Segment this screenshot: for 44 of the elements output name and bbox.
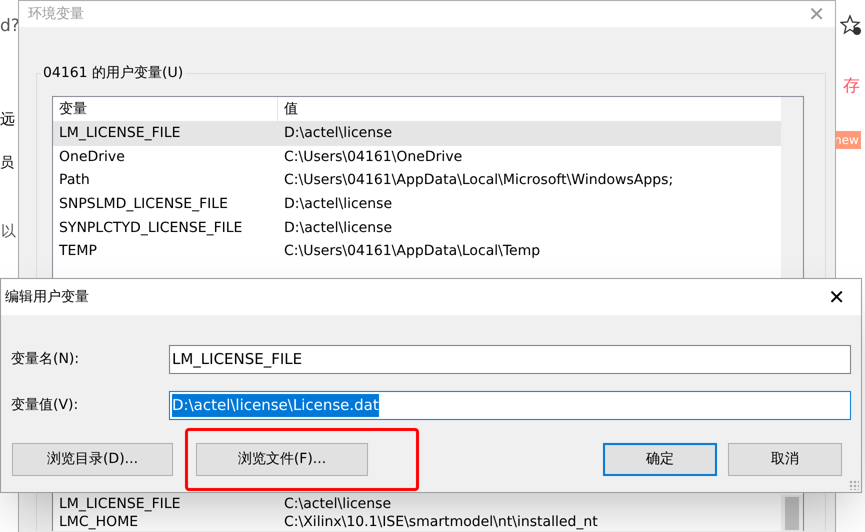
list-row-name: LM_LICENSE_FILE	[58, 494, 182, 514]
page-text: d?	[0, 15, 20, 38]
field-label: 变量值(V):	[11, 396, 80, 415]
list-row-value: C:\Users\04161\AppData\Local\Temp	[283, 242, 542, 262]
dialog-button[interactable]: 浏览目录(D)...	[12, 443, 173, 476]
dialog-button[interactable]: 确定	[603, 443, 717, 476]
list-row-value: D:\actel\license	[283, 124, 394, 144]
list-row-value: C:\Users\04161\OneDrive	[283, 148, 464, 167]
scrollbar[interactable]	[781, 495, 803, 531]
column-header[interactable]: 变量	[53, 97, 278, 121]
page-text: 员	[0, 154, 14, 173]
scrollbar[interactable]	[781, 97, 803, 279]
list-row-value: C:\actel\license	[283, 494, 392, 514]
list-row[interactable]: LM_LICENSE_FILE D:\actel\license	[53, 122, 781, 146]
text-field[interactable]: D:\actel\license\License.dat	[169, 391, 851, 420]
resize-grip-icon[interactable]	[849, 480, 859, 490]
favorite-star-icon[interactable]	[840, 14, 862, 36]
list-row-name: SYNPLCTYD_LICENSE_FILE	[58, 218, 244, 238]
list-row-value: D:\actel\license	[283, 218, 394, 238]
dialog-button[interactable]: 取消	[728, 443, 842, 476]
page-text: 远	[0, 109, 15, 130]
text-field[interactable]: LM_LICENSE_FILE	[169, 345, 851, 374]
scrollbar-thumb[interactable]	[785, 497, 799, 530]
window-title: 环境变量	[28, 4, 84, 24]
close-icon[interactable]: ✕	[828, 287, 845, 307]
list-row-name: Path	[58, 171, 91, 190]
window-title: 编辑用户变量	[5, 288, 89, 306]
list-row-name: SNPSLMD_LICENSE_FILE	[58, 195, 229, 214]
list-row-name: OneDrive	[58, 148, 126, 167]
page-text: 存	[843, 75, 860, 98]
field-value: D:\actel\license\License.dat	[172, 394, 379, 417]
list-row-value: C:\Users\04161\AppData\Local\Microsoft\WindowsApps;	[283, 171, 674, 190]
list-row-value: C:\Xilinx\10.1\ISE\smartmodel\nt\installed_nt	[283, 512, 599, 531]
column-header[interactable]: 值	[278, 97, 781, 121]
list-row-name: LM_LICENSE_FILE	[58, 124, 182, 144]
page-text: 以	[1, 221, 16, 242]
list-row-name: LMC_HOME	[58, 512, 140, 531]
dialog-button[interactable]: 浏览文件(F)...	[196, 443, 368, 476]
field-value: LM_LICENSE_FILE	[172, 349, 302, 370]
list-row[interactable]: LM_LICENSE_FILE C:\actel\license	[53, 495, 781, 513]
field-label: 变量名(N):	[11, 350, 80, 369]
list-row[interactable]: LMC_HOME C:\Xilinx\10.1\ISE\smartmodel\nt\installed_nt	[53, 513, 781, 531]
list-row-name: TEMP	[58, 242, 98, 262]
list-row-value: D:\actel\license	[283, 195, 394, 214]
